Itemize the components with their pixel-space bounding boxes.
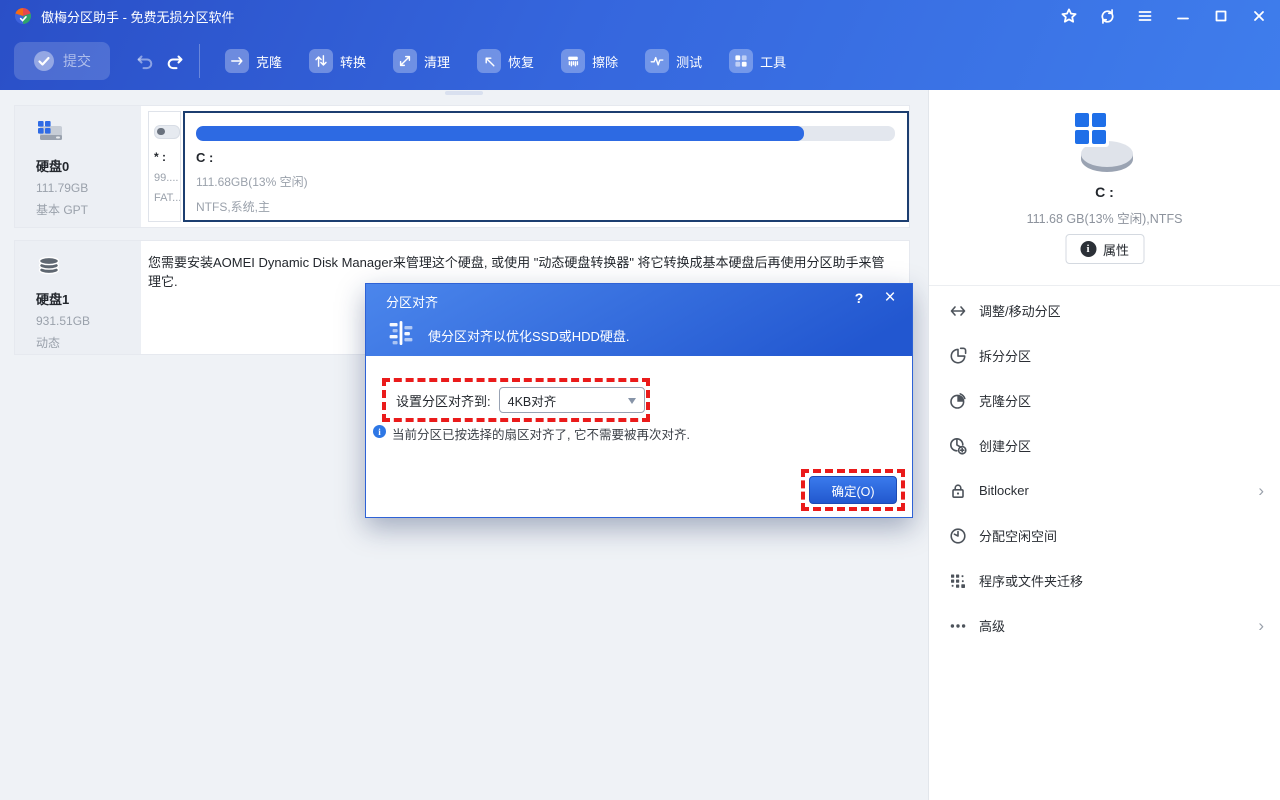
convert-icon	[309, 49, 333, 73]
app-migration-icon	[949, 572, 967, 590]
submit-label: 提交	[63, 51, 91, 71]
side-panel: C : 111.68 GB(13% 空闲),NTFS i 属性 调整/移动分区	[928, 90, 1280, 800]
menu-item-create-partition[interactable]: 创建分区	[929, 423, 1280, 468]
toolbar-item-clean[interactable]: 清理	[393, 49, 450, 73]
titlebar: 傲梅分区助手 - 免费无损分区软件	[0, 0, 1280, 32]
chevron-right-icon: ›	[1258, 617, 1264, 634]
help-icon[interactable]: ?	[850, 290, 868, 306]
disk1-info[interactable]: 硬盘1 931.51GB 动态	[15, 241, 141, 354]
app-window: 傲梅分区助手 - 免费无损分区软件	[0, 0, 1280, 800]
menu-icon[interactable]	[1126, 0, 1164, 32]
disk0-size: 111.79GB	[36, 181, 141, 195]
properties-info-icon: i	[1080, 241, 1096, 257]
horizontal-scrollbar[interactable]	[445, 91, 483, 95]
disk1-type: 动态	[36, 334, 141, 351]
toolbar-item-tools[interactable]: 工具	[729, 49, 786, 73]
toolbar-item-convert[interactable]: 转换	[309, 49, 366, 73]
menu-item-app-migration[interactable]: 程序或文件夹迁移	[929, 558, 1280, 603]
properties-label: 属性	[1103, 240, 1129, 259]
toolbar-item-clone[interactable]: 克隆	[225, 49, 282, 73]
partition-actions-menu: 调整/移动分区 拆分分区	[929, 288, 1280, 648]
window-title: 傲梅分区助手 - 免费无损分区软件	[41, 7, 235, 26]
partition-alignment-dialog: 分区对齐 ? × 使分区对齐以优化SSD或HDD硬盘. 设置分区对齐到:	[365, 283, 913, 518]
tools-icon	[729, 49, 753, 73]
create-partition-icon	[949, 437, 967, 455]
clone-icon	[225, 49, 249, 73]
menu-item-split[interactable]: 拆分分区	[929, 333, 1280, 378]
toolbar: 提交 克隆	[0, 32, 1280, 90]
toolbar-item-erase[interactable]: 擦除	[561, 49, 618, 73]
volume-label: C :	[929, 184, 1280, 200]
dialog-header: 分区对齐 ? × 使分区对齐以优化SSD或HDD硬盘.	[366, 284, 912, 356]
clone-partition-icon	[949, 392, 967, 410]
app-logo-icon	[14, 7, 32, 25]
disk0-type: 基本 GPT	[36, 201, 141, 218]
more-icon	[949, 617, 967, 635]
dialog-close-icon[interactable]: ×	[880, 287, 900, 309]
erase-icon	[561, 49, 585, 73]
menu-item-resize-move[interactable]: 调整/移动分区	[929, 288, 1280, 333]
partition-c-usage-bar	[196, 126, 895, 141]
menu-item-clone-partition[interactable]: 克隆分区	[929, 378, 1280, 423]
favorite-star-icon[interactable]	[1050, 0, 1088, 32]
toolbar-item-recover[interactable]: 恢复	[477, 49, 534, 73]
dialog-subtitle: 使分区对齐以优化SSD或HDD硬盘.	[428, 326, 630, 345]
resize-move-icon	[949, 302, 967, 320]
clock-icon	[949, 527, 967, 545]
info-icon: i	[373, 425, 386, 438]
test-icon	[645, 49, 669, 73]
dynamic-disk-icon	[36, 254, 62, 278]
disk1-size: 931.51GB	[36, 314, 141, 328]
disk-drive-icon	[36, 119, 64, 145]
partition-align-icon	[386, 318, 416, 348]
volume-info: 111.68 GB(13% 空闲),NTFS	[929, 208, 1280, 227]
check-icon	[33, 50, 55, 72]
header: 傲梅分区助手 - 免费无损分区软件	[0, 0, 1280, 90]
window-controls	[1050, 0, 1278, 32]
alignment-dropdown[interactable]: 4KB对齐	[499, 387, 645, 413]
split-partition-icon	[949, 347, 967, 365]
menu-item-advanced[interactable]: 高级 ›	[929, 603, 1280, 648]
menu-item-allocate-free-space[interactable]: 分配空闲空间	[929, 513, 1280, 558]
redo-icon[interactable]	[164, 51, 186, 73]
close-icon[interactable]	[1240, 0, 1278, 32]
lock-icon	[949, 482, 967, 500]
main-content: 硬盘0 111.79GB 基本 GPT * : 99.... FAT... C …	[0, 90, 928, 800]
dialog-info-row: i 当前分区已按选择的扇区对齐了, 它不需要被再次对齐.	[373, 424, 690, 443]
chevron-down-icon	[628, 398, 636, 404]
ok-button[interactable]: 确定(O)	[809, 476, 897, 504]
dialog-info-text: 当前分区已按选择的扇区对齐了, 它不需要被再次对齐.	[392, 424, 690, 443]
volume-disk-icon	[1067, 110, 1143, 182]
minimize-icon[interactable]	[1164, 0, 1202, 32]
disk0-card: 硬盘0 111.79GB 基本 GPT * : 99.... FAT... C …	[14, 105, 910, 228]
partition-system-reserved[interactable]: * : 99.... FAT...	[148, 111, 181, 222]
partition-usage-bar	[154, 125, 180, 139]
annotation-ok-highlight: 确定(O)	[801, 469, 905, 511]
alignment-dropdown-value: 4KB对齐	[508, 391, 557, 410]
chevron-right-icon: ›	[1258, 482, 1264, 499]
dialog-title: 分区对齐	[386, 292, 438, 311]
toolbar-actions: 克隆 转换 清理 恢复	[225, 42, 786, 80]
dialog-body: 设置分区对齐到: 4KB对齐 i 当前分区已按选择的扇区对齐了, 它不需要被再次…	[366, 356, 912, 519]
undo-icon[interactable]	[134, 51, 156, 73]
recover-icon	[477, 49, 501, 73]
annotation-dropdown-highlight: 设置分区对齐到: 4KB对齐	[382, 378, 650, 422]
partition-c-selected[interactable]: C : 111.68GB(13% 空闲) NTFS,系统,主	[183, 111, 909, 222]
toolbar-item-test[interactable]: 测试	[645, 49, 702, 73]
disk1-name: 硬盘1	[36, 289, 141, 308]
refresh-icon[interactable]	[1088, 0, 1126, 32]
toolbar-separator	[199, 44, 200, 78]
properties-button[interactable]: i 属性	[1065, 234, 1144, 264]
disk0-info[interactable]: 硬盘0 111.79GB 基本 GPT	[15, 106, 141, 227]
side-panel-divider	[929, 285, 1280, 286]
clean-icon	[393, 49, 417, 73]
submit-button[interactable]: 提交	[14, 42, 110, 80]
maximize-icon[interactable]	[1202, 0, 1240, 32]
alignment-field-label: 设置分区对齐到:	[396, 391, 491, 410]
menu-item-bitlocker[interactable]: Bitlocker ›	[929, 468, 1280, 513]
disk0-name: 硬盘0	[36, 156, 141, 175]
